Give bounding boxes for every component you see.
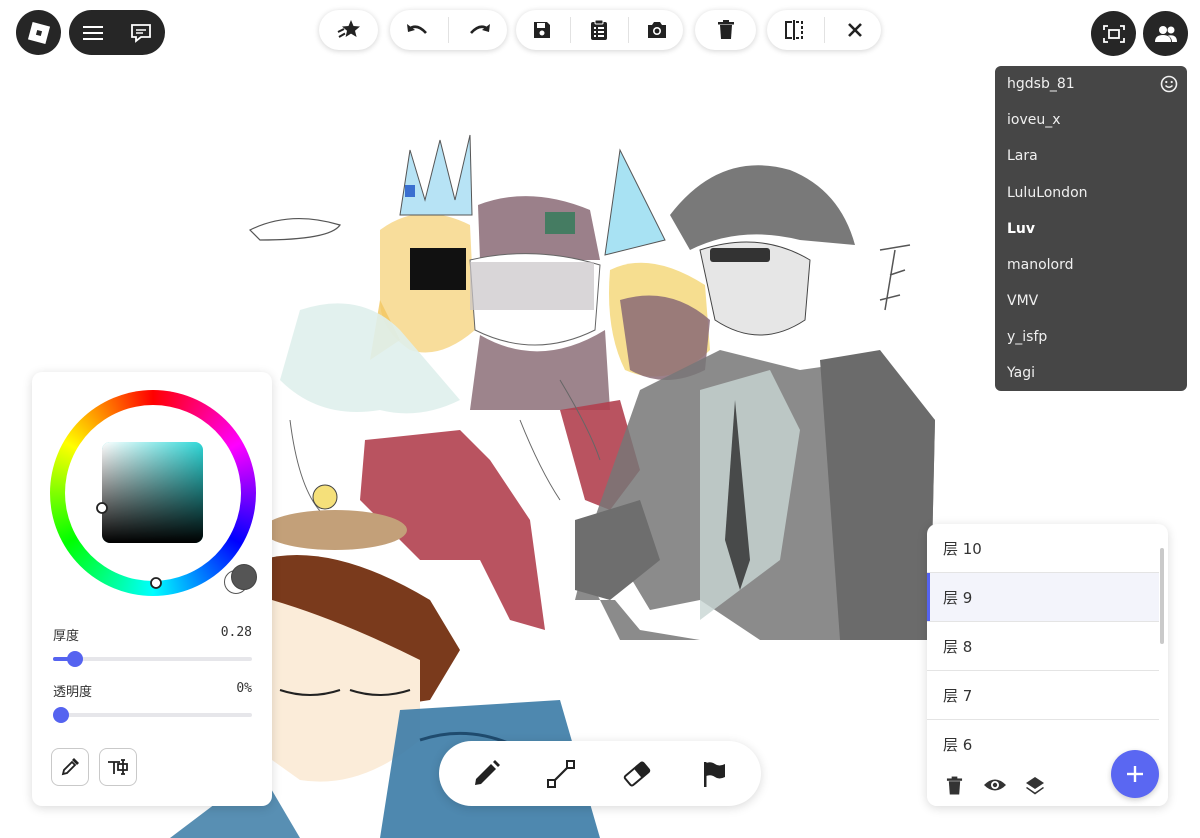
layer-label: 层 7 — [943, 687, 973, 705]
flag-icon — [704, 762, 725, 787]
layer-item-selected[interactable]: 层 9 — [927, 573, 1159, 622]
menu-chat-group — [69, 10, 165, 55]
brush-settings-panel: 厚度 0.28 透明度 0% — [32, 372, 272, 806]
toolbar-separator — [823, 17, 825, 43]
text-tool-button[interactable] — [99, 748, 137, 786]
save-icon — [533, 22, 550, 38]
close-button[interactable] — [832, 10, 878, 50]
drawing-tools-bar — [439, 741, 761, 806]
eyedropper-button[interactable] — [51, 748, 89, 786]
player-name: LuluLondon — [1007, 185, 1088, 201]
player-name: hgdsb_81 — [1007, 76, 1075, 92]
line-tool-icon — [547, 760, 575, 788]
magic-star-icon — [337, 20, 360, 38]
player-item[interactable]: Lara — [1007, 145, 1038, 167]
player-name: VMV — [1007, 293, 1039, 309]
layer-label: 层 8 — [943, 638, 973, 656]
close-icon — [847, 23, 862, 37]
thickness-label: 厚度 — [53, 629, 80, 644]
text-input-icon — [108, 759, 128, 775]
player-item[interactable]: Luv — [1007, 218, 1035, 240]
redo-button[interactable] — [457, 10, 503, 50]
player-item[interactable]: LuluLondon — [1007, 182, 1088, 204]
clipboard-list-icon — [591, 19, 608, 40]
undo-button[interactable] — [394, 10, 440, 50]
toolbar-separator — [448, 17, 449, 43]
fullscreen-focus-icon — [1102, 24, 1125, 43]
opacity-value: 0% — [236, 681, 252, 696]
player-item[interactable]: hgdsb_81 — [1007, 73, 1075, 95]
flag-tool-button[interactable] — [693, 753, 735, 795]
roblox-menu-button[interactable] — [16, 10, 61, 55]
eraser-icon — [623, 761, 651, 787]
hue-handle[interactable] — [150, 577, 162, 589]
player-name: Lara — [1007, 148, 1038, 164]
player-list: hgdsb_81 ioveu_x Lara LuluLondon Luv man… — [995, 66, 1187, 391]
players-button[interactable] — [1143, 11, 1188, 56]
opacity-slider-track[interactable] — [53, 713, 252, 717]
layer-label: 层 10 — [943, 540, 982, 558]
thickness-slider-handle[interactable] — [66, 651, 83, 667]
pen-tool-button[interactable] — [465, 753, 507, 795]
layer-label: 层 9 — [943, 589, 973, 607]
mirror-icon — [784, 20, 803, 40]
undo-icon — [407, 24, 427, 34]
line-tool-button[interactable] — [540, 753, 582, 795]
roblox-logo-icon — [27, 21, 50, 44]
current-color-swatch[interactable] — [231, 564, 257, 590]
camera-icon — [648, 22, 667, 38]
fullscreen-button[interactable] — [1091, 11, 1136, 56]
redo-icon — [470, 24, 490, 34]
effects-button[interactable] — [319, 10, 378, 50]
player-item[interactable]: VMV — [1007, 290, 1038, 312]
chat-icon[interactable] — [129, 22, 153, 44]
player-name: Luv — [1007, 221, 1036, 237]
layer-item[interactable]: 层 7 — [927, 671, 1159, 720]
clipboard-button[interactable] — [576, 10, 622, 50]
player-item[interactable]: y_isfp — [1007, 326, 1047, 348]
layer-item[interactable]: 层 8 — [927, 622, 1159, 671]
file-group — [516, 10, 683, 50]
player-name: y_isfp — [1007, 329, 1048, 345]
pen-icon — [475, 760, 500, 785]
delete-layer-icon[interactable] — [946, 776, 963, 796]
layer-item[interactable]: 层 10 — [927, 524, 1159, 573]
color-picker[interactable] — [50, 390, 256, 596]
people-icon — [1154, 25, 1177, 42]
thickness-value: 0.28 — [220, 625, 252, 640]
layers-scrollbar[interactable] — [1160, 548, 1164, 644]
canvas-actions-group — [767, 10, 881, 50]
opacity-slider-handle[interactable] — [53, 707, 69, 723]
player-item[interactable]: manolord — [1007, 254, 1074, 276]
toolbar-separator — [627, 17, 629, 43]
layers-stack-icon[interactable] — [1024, 775, 1046, 797]
hamburger-menu-icon[interactable] — [81, 23, 105, 43]
player-name: Yagi — [1007, 365, 1035, 381]
plus-icon — [1127, 766, 1143, 782]
layer-label: 层 6 — [943, 736, 973, 754]
eyedropper-icon — [61, 758, 79, 776]
history-group — [390, 10, 507, 50]
opacity-label: 透明度 — [53, 685, 93, 700]
add-layer-button[interactable] — [1111, 750, 1159, 798]
delete-canvas-button[interactable] — [695, 10, 756, 50]
visibility-eye-icon[interactable] — [983, 777, 1007, 793]
player-item[interactable]: ioveu_x — [1007, 109, 1061, 131]
player-name: ioveu_x — [1007, 112, 1061, 128]
toolbar-separator — [570, 17, 572, 43]
snapshot-button[interactable] — [634, 10, 680, 50]
saturation-handle[interactable] — [96, 502, 108, 514]
save-button[interactable] — [519, 10, 565, 50]
emoji-icon[interactable] — [1160, 75, 1178, 93]
player-item[interactable]: Yagi — [1007, 362, 1035, 384]
mirror-button[interactable] — [771, 10, 817, 50]
eraser-tool-button[interactable] — [616, 753, 658, 795]
trash-icon — [717, 20, 734, 39]
player-name: manolord — [1007, 257, 1074, 273]
